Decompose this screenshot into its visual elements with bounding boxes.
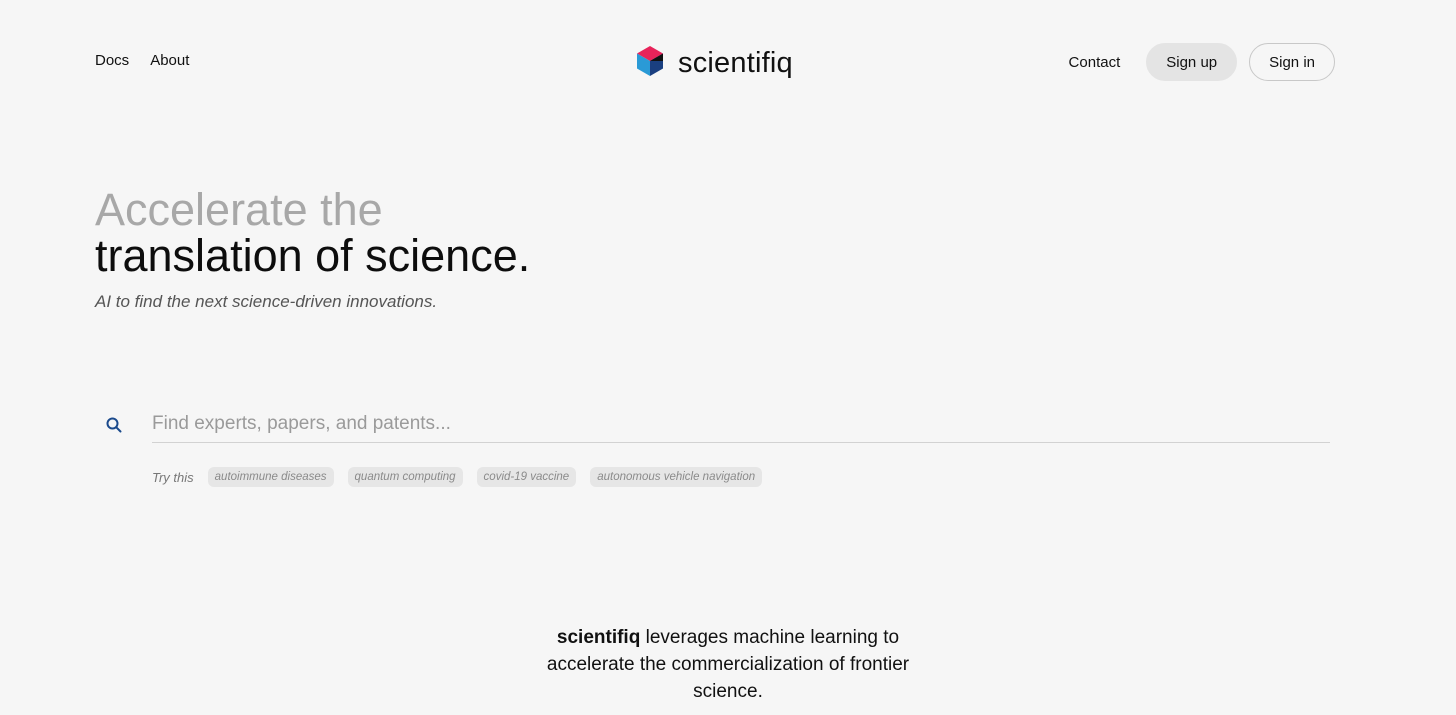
search-bar [104,406,1330,444]
nav-contact-link[interactable]: Contact [1069,54,1121,71]
tagline-brand: scientifiq [556,627,641,648]
nav-docs-link[interactable]: Docs [95,52,129,69]
suggestions-label: Try this [152,469,194,485]
brand-name: scientifiq [678,47,793,79]
hero: Accelerate the translation of science. A… [95,186,530,312]
hero-subtitle: AI to find the next science-driven innov… [95,292,438,311]
search-suggestions: Try this autoimmune diseases quantum com… [152,467,763,487]
tagline-text: scientifiq leverages machine learning to… [523,624,933,705]
tagline: scientifiq leverages machine learning to… [0,624,1456,705]
search-icon[interactable] [104,415,124,435]
suggestion-chip[interactable]: autoimmune diseases [207,467,334,487]
suggestion-chip[interactable]: covid-19 vaccine [476,467,577,487]
hero-headline-light: Accelerate the [95,184,383,235]
nav-left: Docs About [95,52,189,69]
nav-about-link[interactable]: About [150,52,189,69]
search-input[interactable] [152,406,1330,443]
sign-up-button[interactable]: Sign up [1146,43,1238,81]
brand-logo[interactable]: scientifiq [636,46,793,81]
nav-right: Contact Sign up Sign in [1069,43,1335,81]
sign-in-button[interactable]: Sign in [1249,43,1335,81]
suggestion-chip[interactable]: autonomous vehicle navigation [590,467,763,487]
hero-headline-bold: translation of science. [95,230,531,281]
hexagon-cube-icon [636,46,664,81]
suggestion-chip[interactable]: quantum computing [347,467,463,487]
